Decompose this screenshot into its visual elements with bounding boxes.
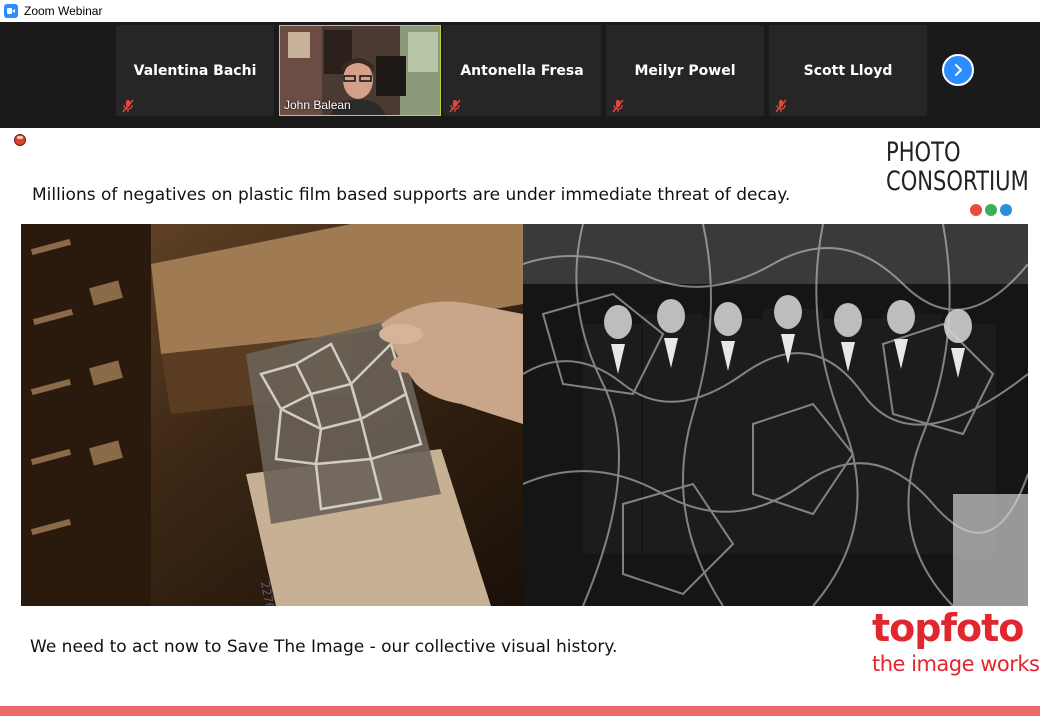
participant-tile[interactable]: Antonella Fresa bbox=[443, 25, 601, 116]
mic-muted-icon bbox=[775, 99, 787, 113]
mic-muted-icon bbox=[449, 99, 461, 113]
mic-muted-icon bbox=[612, 99, 624, 113]
logo-dot-green bbox=[985, 204, 997, 216]
topfoto-tagline: the image works bbox=[872, 652, 1040, 676]
participant-name: Valentina Bachi bbox=[133, 63, 257, 79]
decayed-group-photo bbox=[523, 224, 1028, 606]
zoom-app-icon bbox=[4, 4, 18, 18]
slide-bottom-text: We need to act now to Save The Image - o… bbox=[30, 637, 618, 657]
logo-dots bbox=[970, 204, 1012, 216]
mic-muted-icon bbox=[122, 99, 134, 113]
participant-tile[interactable]: Valentina Bachi bbox=[116, 25, 274, 116]
participant-name: Antonella Fresa bbox=[460, 63, 584, 79]
window-titlebar: Zoom Webinar bbox=[0, 0, 1040, 22]
window-title: Zoom Webinar bbox=[24, 4, 103, 18]
logo-line-1: PHOTO bbox=[886, 137, 961, 168]
slide-top-text: Millions of negatives on plastic film ba… bbox=[32, 185, 791, 205]
participant-tile[interactable]: Scott Lloyd bbox=[769, 25, 927, 116]
participant-video-tile[interactable]: John Balean bbox=[279, 25, 441, 116]
participant-name: John Balean bbox=[284, 98, 351, 112]
next-participants-button[interactable] bbox=[942, 54, 974, 86]
logo-dot-blue bbox=[1000, 204, 1012, 216]
logo-dot-red bbox=[970, 204, 982, 216]
participant-tile[interactable]: Meilyr Powel bbox=[606, 25, 764, 116]
shared-slide: Millions of negatives on plastic film ba… bbox=[0, 128, 1040, 716]
participant-name: Scott Lloyd bbox=[803, 63, 893, 79]
recording-icon[interactable] bbox=[14, 134, 26, 146]
participant-strip: Valentina Bachi John Balean Antonella Fr… bbox=[0, 22, 1040, 128]
chevron-right-icon bbox=[955, 64, 962, 76]
participant-name: Meilyr Powel bbox=[634, 63, 736, 79]
logo-line-2: CONSORTIUM bbox=[886, 166, 1029, 197]
photoconsortium-logo: PHOTO CONSORTIUM bbox=[886, 137, 1029, 197]
topfoto-logo: topfoto bbox=[872, 606, 1024, 650]
decayed-negative-photo: 227629 bbox=[21, 224, 523, 606]
slide-bottom-bar bbox=[0, 706, 1040, 716]
